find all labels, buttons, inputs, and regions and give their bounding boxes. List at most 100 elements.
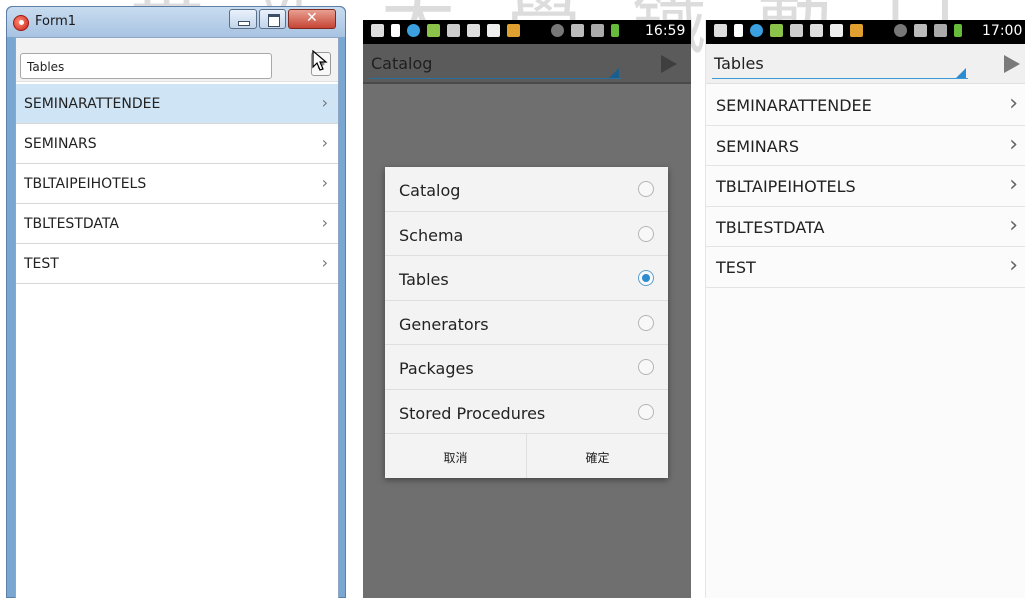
- status-icons: [371, 24, 520, 37]
- dialog-options: Catalog Schema Tables Generators Packages Sto…: [385, 167, 668, 434]
- list-item[interactable]: SEMINARS ›: [16, 124, 338, 164]
- mail-icon: [487, 24, 500, 37]
- minimize-button[interactable]: [229, 9, 257, 29]
- radio-icon[interactable]: [638, 314, 654, 331]
- radio-icon[interactable]: [638, 403, 654, 420]
- phone-list-screen: 17:00 Tables SEMINARATTENDEE › SEMINARS › TB…: [705, 20, 1025, 598]
- chevron-right-icon: ›: [321, 173, 328, 192]
- eye-icon: [894, 24, 907, 37]
- status-system-icons: [894, 24, 962, 37]
- eye-icon: [551, 24, 564, 37]
- list-item[interactable]: TBLTAIPEIHOTELS ›: [16, 164, 338, 204]
- usb-icon: [391, 24, 400, 37]
- gear-icon: [850, 24, 863, 37]
- mouse-cursor-icon: [312, 50, 328, 71]
- status-bar: 16:59: [363, 20, 691, 44]
- radio-icon[interactable]: [638, 181, 654, 197]
- list-item-label: TEST: [716, 258, 756, 277]
- select-object-type-dialog: Catalog Schema Tables Generators Packages Sto…: [385, 167, 668, 478]
- usb-icon: [734, 24, 743, 37]
- dialog-option-label: Tables: [399, 270, 449, 289]
- notification-icon: [371, 24, 384, 37]
- status-time: 16:59: [645, 23, 686, 39]
- android-icon: [770, 24, 783, 37]
- list-item[interactable]: SEMINARATTENDEE ›: [16, 84, 338, 124]
- chevron-right-icon: ›: [321, 133, 328, 152]
- list-item[interactable]: TBLTAIPEIHOTELS ›: [706, 166, 1025, 207]
- dialog-option-label: Catalog: [399, 181, 461, 200]
- radio-icon[interactable]: [638, 270, 654, 286]
- object-type-combobox[interactable]: Tables: [20, 53, 272, 79]
- battery-icon: [954, 24, 962, 37]
- status-system-icons: [551, 24, 619, 37]
- maximize-button[interactable]: [259, 9, 286, 29]
- debug-icon: [447, 24, 460, 37]
- action-bar: Catalog: [363, 44, 691, 84]
- list-item[interactable]: SEMINARATTENDEE ›: [706, 85, 1025, 126]
- chevron-right-icon: ›: [321, 253, 328, 272]
- list-item-label: SEMINARS: [24, 136, 97, 152]
- spinner-underline: [369, 78, 621, 79]
- dialog-option[interactable]: Schema: [385, 212, 668, 256]
- list-item-label: TBLTAIPEIHOTELS: [24, 176, 147, 192]
- list-item-label: TEST: [24, 256, 59, 272]
- table-list: SEMINARATTENDEE › SEMINARS › TBLTAIPEIHOTELS…: [16, 84, 338, 284]
- wifi-icon: [571, 24, 584, 37]
- list-item-label: TBLTAIPEIHOTELS: [716, 177, 856, 196]
- list-item[interactable]: TBLTESTDATA ›: [16, 204, 338, 244]
- app-icon: [13, 15, 29, 31]
- table-list: SEMINARATTENDEE › SEMINARS › TBLTAIPEIHOTELS…: [706, 85, 1025, 288]
- screenshot-icon: [467, 24, 480, 37]
- list-item-label: SEMINARATTENDEE: [716, 96, 872, 115]
- status-icons: [714, 24, 863, 37]
- app-notification-icon: [750, 24, 763, 37]
- notification-icon: [714, 24, 727, 37]
- dialog-option-label: Generators: [399, 314, 489, 334]
- list-item-label: TBLTESTDATA: [716, 217, 825, 237]
- debug-icon: [790, 24, 803, 37]
- action-bar: Tables: [706, 44, 1025, 84]
- dialog-option[interactable]: Tables: [385, 256, 668, 301]
- android-icon: [427, 24, 440, 37]
- list-item-label: SEMINARATTENDEE: [24, 96, 161, 112]
- list-item[interactable]: TBLTESTDATA ›: [706, 207, 1025, 247]
- gear-icon: [507, 24, 520, 37]
- list-item[interactable]: TEST ›: [16, 244, 338, 284]
- phone-dialog-screen: 16:59 Catalog Catalog Schema Tables Generat…: [363, 20, 691, 598]
- list-item[interactable]: TEST ›: [706, 247, 1025, 288]
- dialog-option[interactable]: Packages: [385, 345, 668, 390]
- dialog-buttons: 取消 確定: [385, 434, 668, 478]
- list-item[interactable]: SEMINARS ›: [706, 126, 1025, 166]
- spinner-dropdown-icon[interactable]: [609, 68, 619, 78]
- spinner-dropdown-icon[interactable]: [956, 68, 966, 78]
- screenshot-icon: [810, 24, 823, 37]
- window-title: Form1: [35, 14, 77, 29]
- dialog-option-label: Schema: [399, 225, 464, 245]
- signal-icon: [934, 24, 947, 37]
- radio-icon[interactable]: [638, 225, 654, 242]
- list-item-label: TBLTESTDATA: [24, 216, 119, 232]
- object-type-spinner[interactable]: Tables: [714, 54, 764, 73]
- chevron-right-icon: ›: [1009, 91, 1018, 116]
- window-titlebar[interactable]: Form1: [7, 7, 345, 37]
- play-icon[interactable]: [661, 55, 677, 73]
- close-button[interactable]: [288, 9, 336, 29]
- dialog-option-label: Packages: [399, 359, 474, 378]
- cancel-button[interactable]: 取消: [385, 434, 526, 478]
- dialog-option[interactable]: Generators: [385, 301, 668, 345]
- chevron-right-icon: ›: [321, 93, 328, 112]
- chevron-right-icon: ›: [1009, 131, 1018, 157]
- dialog-option[interactable]: Catalog: [385, 167, 668, 212]
- object-type-spinner[interactable]: Catalog: [371, 54, 432, 73]
- chevron-right-icon: ›: [1009, 253, 1018, 278]
- form1-window: Form1 Tables SEMINARATTENDEE›SEMINARS›TB…: [6, 6, 346, 598]
- radio-icon[interactable]: [638, 359, 654, 375]
- ok-button[interactable]: 確定: [526, 434, 668, 478]
- dialog-option[interactable]: Stored Procedures: [385, 390, 668, 434]
- window-client-area: Tables SEMINARATTENDEE › SEMINARS › TBLTAIPE…: [15, 37, 339, 598]
- form-toolbar: Tables: [16, 38, 338, 82]
- wifi-icon: [914, 24, 927, 37]
- mail-icon: [830, 24, 843, 37]
- spinner-underline: [712, 78, 968, 79]
- play-icon[interactable]: [1004, 55, 1020, 73]
